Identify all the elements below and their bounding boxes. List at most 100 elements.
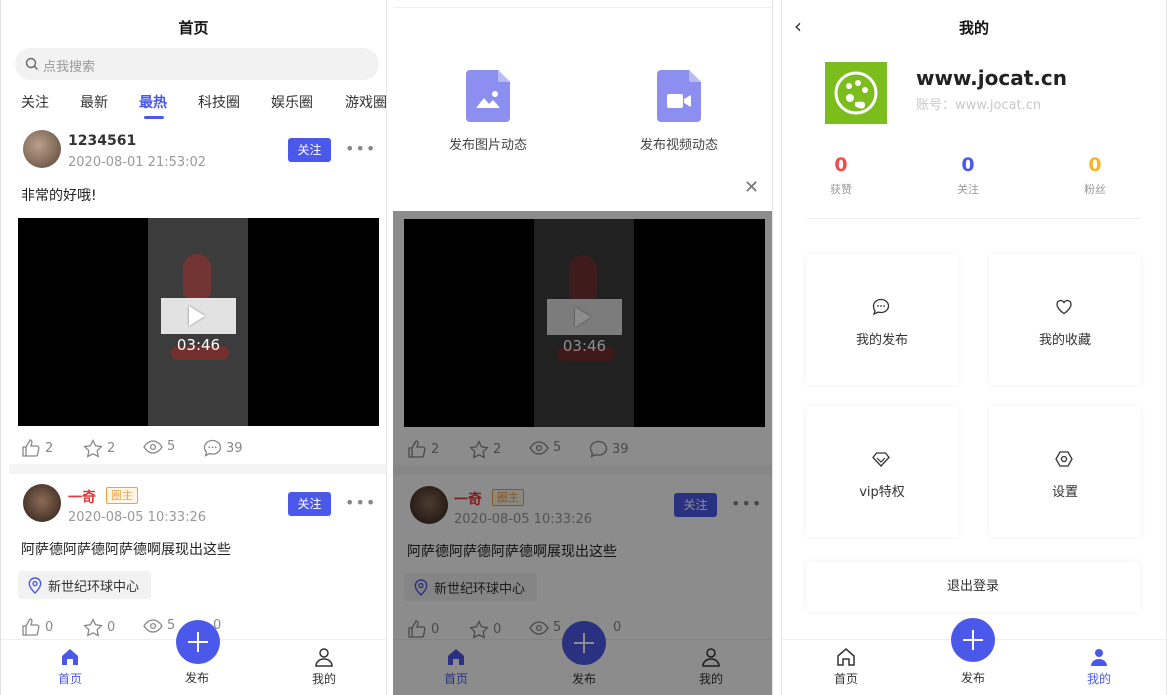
- home-icon: [62, 649, 78, 665]
- menu-my-posts[interactable]: 我的发布: [806, 254, 958, 385]
- comment-button[interactable]: 39: [203, 439, 243, 457]
- thumbs-up-icon: [22, 618, 40, 636]
- diamond-icon: [872, 452, 890, 467]
- like-count: 0: [45, 619, 54, 635]
- like-count: 2: [45, 440, 54, 456]
- favorite-count: 2: [107, 441, 116, 456]
- tabbar-mine[interactable]: 我的: [1069, 646, 1129, 687]
- tab-entertainment[interactable]: 娱乐圈: [271, 92, 313, 112]
- tab-games[interactable]: 游戏圈: [345, 92, 386, 112]
- tabbar-publish[interactable]: 发布: [943, 669, 1003, 686]
- view-count: 5: [167, 439, 176, 454]
- star-icon: [83, 618, 103, 637]
- tabbar-home[interactable]: 首页: [816, 646, 876, 687]
- more-icon[interactable]: •••: [345, 139, 376, 158]
- likes-received-count[interactable]: 0: [811, 154, 871, 176]
- publish-video-option[interactable]: 发布视频动态: [624, 70, 734, 153]
- user-icon: [315, 648, 333, 667]
- user-icon: [1091, 649, 1107, 666]
- post-time: 2020-08-01 21:53:02: [68, 155, 207, 170]
- category-tabs: 关注 最新 最热 科技圈 娱乐圈 游戏圈: [1, 92, 386, 122]
- tabbar-publish-label: 发布: [960, 671, 985, 685]
- image-file-icon: [466, 70, 510, 122]
- feed-post: 1234561 2020-08-01 21:53:02 关注 ••• 非常的好哦…: [1, 130, 386, 470]
- menu-label: vip特权: [859, 485, 905, 500]
- follow-button[interactable]: 关注: [288, 138, 331, 162]
- comment-count: 39: [226, 440, 243, 456]
- views-stat: 5: [143, 618, 175, 633]
- active-tab-indicator: [144, 116, 164, 119]
- follow-button[interactable]: 关注: [288, 492, 331, 516]
- post-username[interactable]: 一奇: [68, 487, 96, 507]
- profile-screen: ‹ 我的 www.jocat.cn 账号：www.jocat.cn 0 获赞 0…: [781, 0, 1167, 695]
- favorite-button[interactable]: 2: [83, 439, 115, 458]
- dim-overlay[interactable]: [393, 211, 772, 695]
- location-tag[interactable]: 新世纪环球中心: [18, 571, 152, 599]
- post-stats: 2 2 5 39: [21, 439, 381, 459]
- tabbar-mine-label: 我的: [311, 672, 336, 686]
- post-text: 阿萨德阿萨德阿萨德啊展现出这些: [21, 542, 231, 558]
- tabbar-home[interactable]: 首页: [40, 646, 100, 687]
- search-icon: [25, 57, 38, 70]
- tabbar-home-label: 首页: [57, 672, 82, 686]
- publish-screen: 发布图片动态 发布视频动态 ✕ 03:46 2 2 5 39 一奇 圈主 202…: [393, 0, 773, 695]
- eye-icon: [143, 439, 163, 454]
- following-label: 关注: [957, 183, 979, 196]
- menu-settings[interactable]: 设置: [989, 406, 1141, 537]
- video-figure: [183, 254, 211, 298]
- tab-latest[interactable]: 最新: [80, 92, 108, 112]
- settings-hexagon-icon: [1055, 451, 1073, 467]
- tab-hottest[interactable]: 最热: [139, 92, 167, 112]
- tabbar-mine[interactable]: 我的: [294, 646, 354, 687]
- menu-my-favorites[interactable]: 我的收藏: [989, 254, 1141, 385]
- tab-tech[interactable]: 科技圈: [198, 92, 240, 112]
- search-placeholder: 点我搜索: [43, 60, 96, 75]
- play-icon[interactable]: [161, 298, 236, 334]
- menu-vip[interactable]: vip特权: [806, 406, 958, 537]
- chat-bubble-icon: [872, 298, 890, 316]
- avatar[interactable]: [23, 484, 61, 522]
- tabbar-home-label: 首页: [833, 672, 858, 686]
- post-divider: [9, 464, 386, 474]
- avatar[interactable]: [23, 130, 61, 168]
- publish-fab-button[interactable]: [176, 620, 220, 664]
- followers-label: 粉丝: [1084, 183, 1106, 196]
- publish-video-label: 发布视频动态: [639, 138, 718, 153]
- likes-received-label: 获赞: [830, 183, 852, 196]
- close-icon[interactable]: ✕: [744, 177, 759, 198]
- location-pin-icon: [28, 576, 42, 594]
- owner-badge: 圈主: [106, 487, 138, 504]
- post-username[interactable]: 1234561: [68, 133, 136, 149]
- profile-account: 账号：www.jocat.cn: [916, 98, 1042, 113]
- thumbs-up-icon: [22, 439, 40, 457]
- home-screen: 首页 点我搜索 关注 最新 最热 科技圈 娱乐圈 游戏圈 1234561 202…: [0, 0, 387, 695]
- like-button[interactable]: 2: [21, 439, 53, 457]
- like-button[interactable]: 0: [21, 618, 53, 636]
- profile-name: www.jocat.cn: [916, 66, 1067, 90]
- video-file-icon: [657, 70, 701, 122]
- top-border: [393, 7, 772, 8]
- followers-count[interactable]: 0: [1065, 154, 1125, 176]
- home-icon: [837, 648, 855, 666]
- tab-follow[interactable]: 关注: [21, 92, 49, 112]
- logout-button[interactable]: 退出登录: [806, 562, 1140, 612]
- tabbar-publish[interactable]: 发布: [167, 669, 227, 686]
- heart-icon: [1056, 299, 1072, 315]
- menu-label: 我的收藏: [1038, 333, 1091, 348]
- following-count[interactable]: 0: [938, 154, 998, 176]
- stats-divider: [806, 218, 1140, 219]
- palette-logo-icon: [834, 71, 878, 115]
- app-logo: [825, 62, 887, 124]
- favorite-count: 0: [107, 620, 116, 635]
- post-time: 2020-08-05 10:33:26: [68, 510, 207, 525]
- publish-fab-button[interactable]: [951, 618, 995, 662]
- menu-label: 我的发布: [855, 333, 908, 348]
- menu-label: 设置: [1051, 485, 1078, 500]
- search-bar[interactable]: 点我搜索: [15, 48, 379, 80]
- eye-icon: [143, 618, 163, 633]
- more-icon[interactable]: •••: [345, 493, 376, 512]
- publish-image-option[interactable]: 发布图片动态: [433, 70, 543, 153]
- video-player[interactable]: 03:46: [18, 218, 379, 426]
- post-text: 非常的好哦!: [21, 188, 97, 204]
- favorite-button[interactable]: 0: [83, 618, 115, 637]
